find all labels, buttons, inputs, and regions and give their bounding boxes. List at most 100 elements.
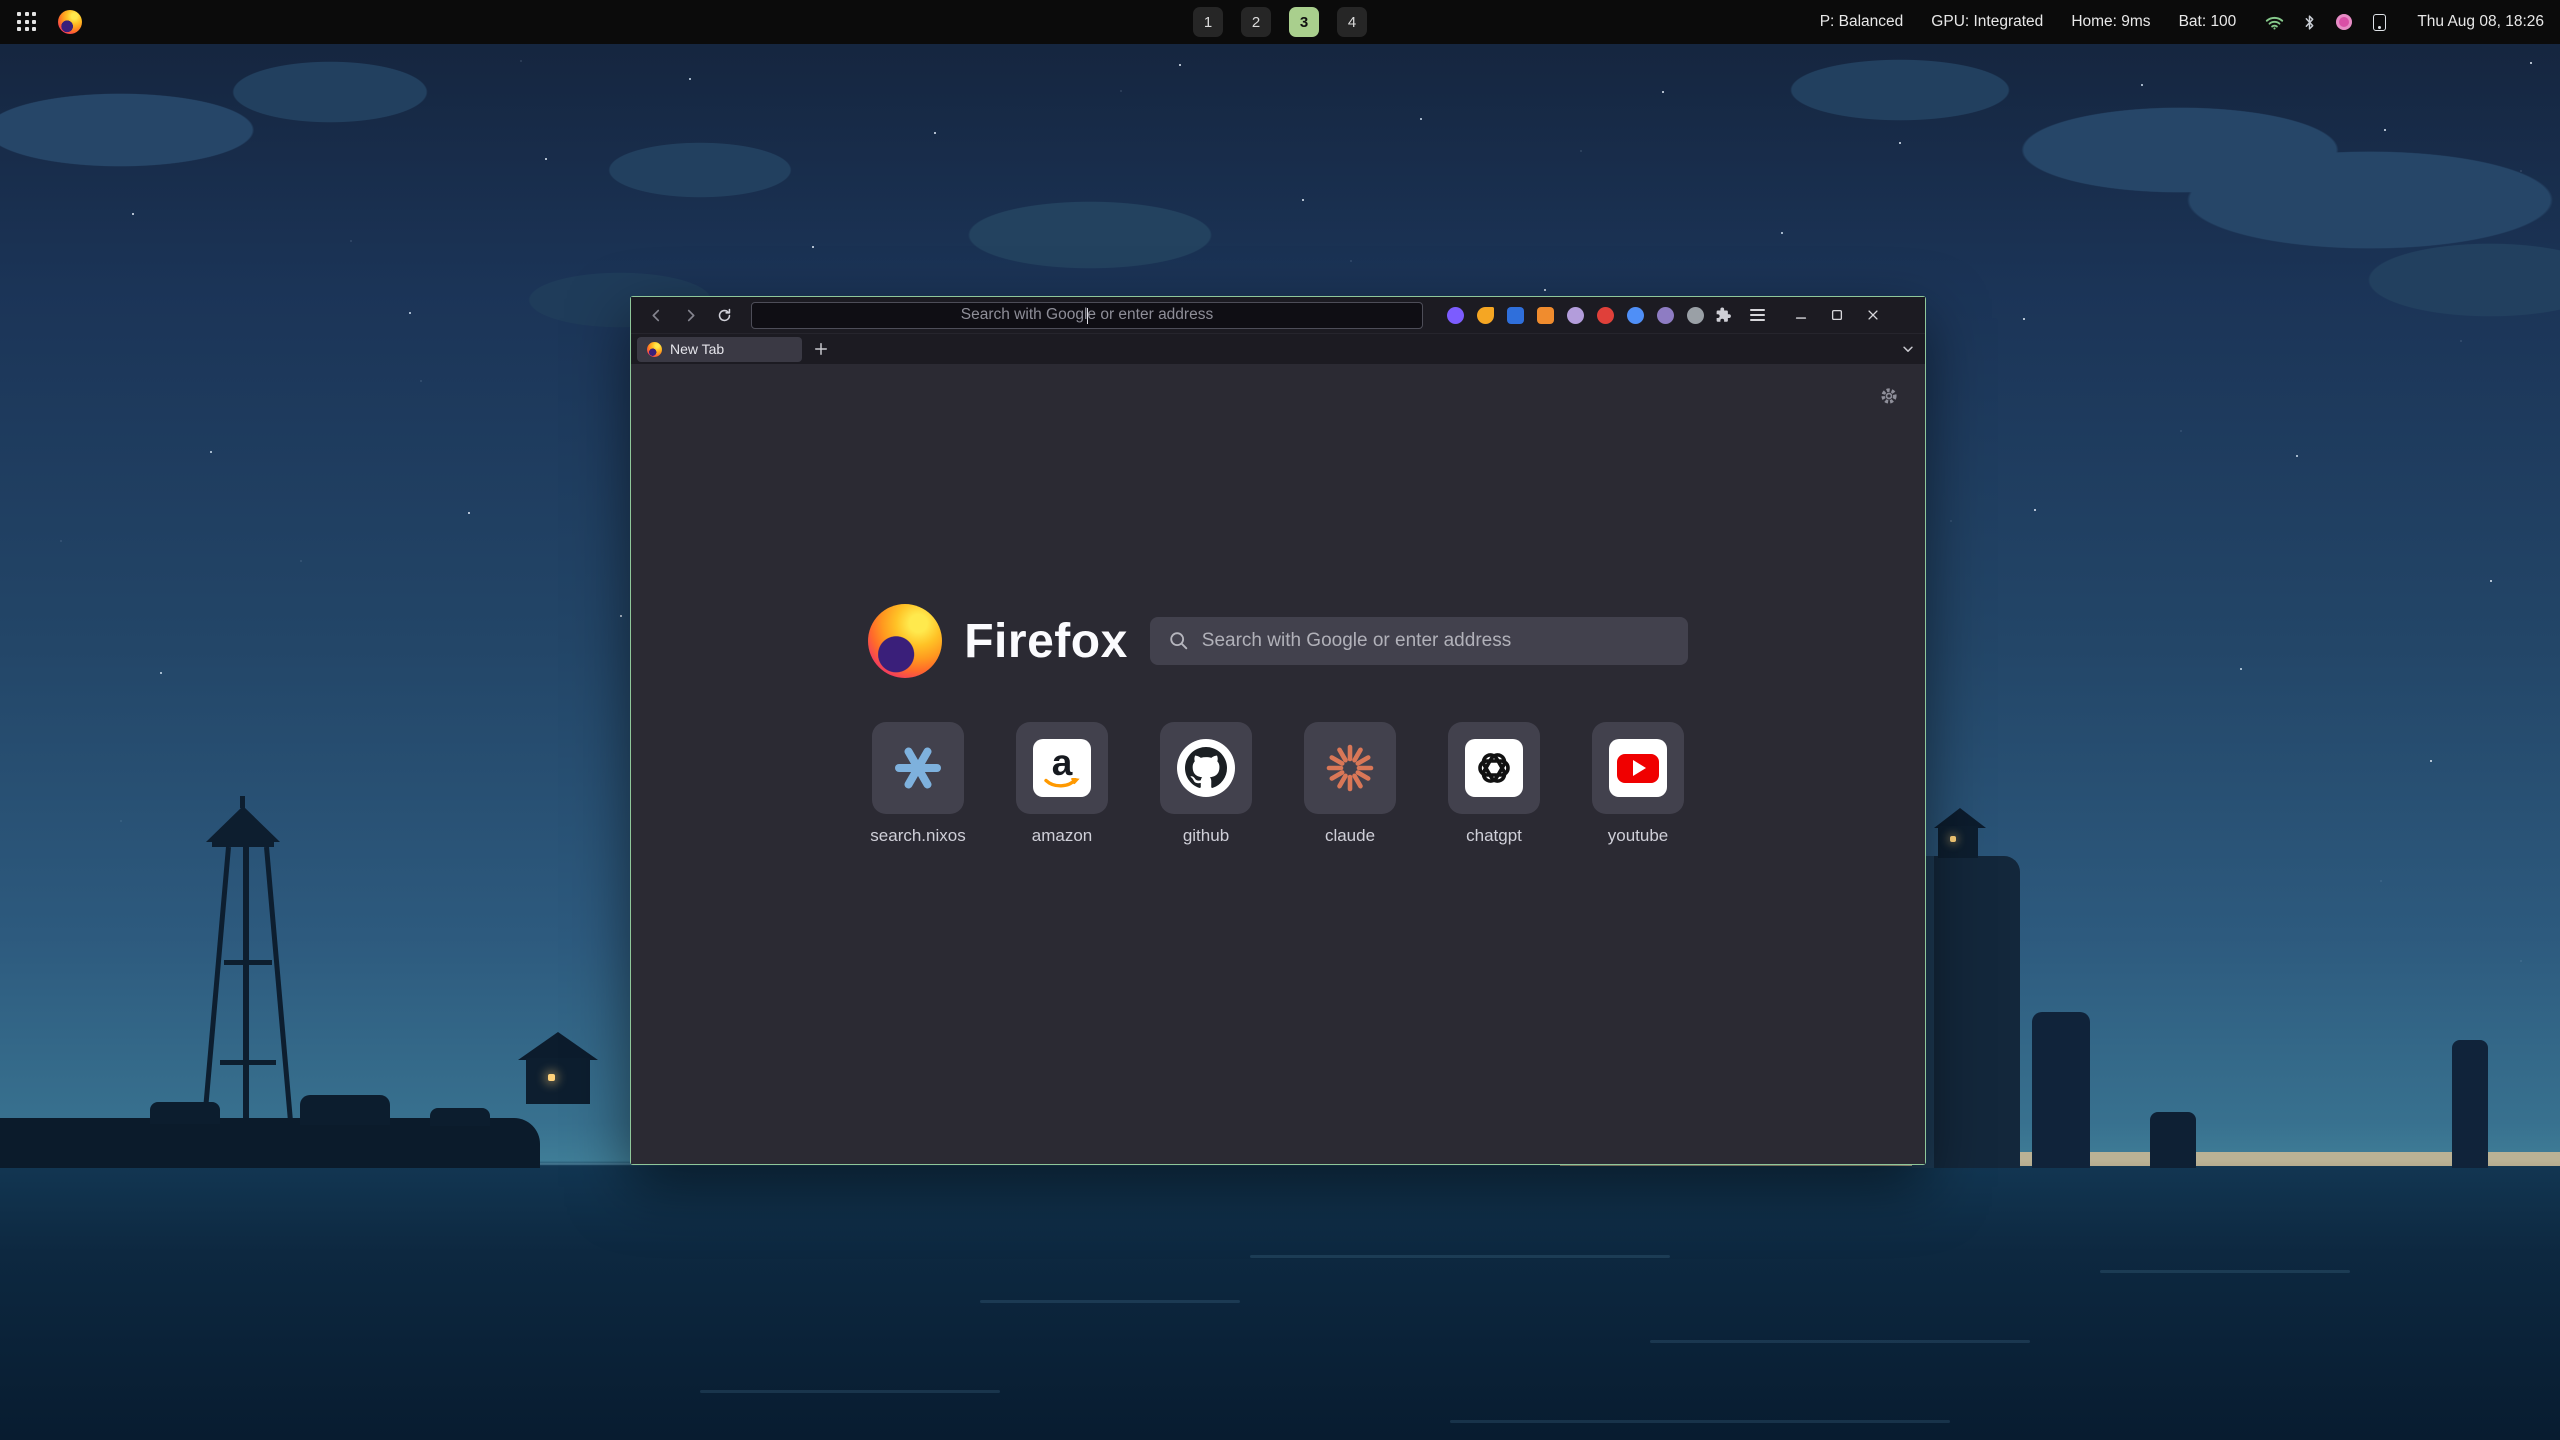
youtube-icon [1609, 739, 1667, 797]
bluetooth-icon[interactable] [2299, 12, 2319, 32]
watchtower-platform [212, 840, 274, 847]
firefox-favicon [647, 342, 662, 357]
watchtower-spire [240, 796, 245, 808]
extension-orange-crescent-icon[interactable] [1477, 307, 1494, 324]
shortcut-chatgpt[interactable]: chatgpt [1448, 722, 1540, 846]
back-button[interactable] [641, 301, 671, 329]
amazon-icon: a [1033, 739, 1091, 797]
system-tray [2264, 12, 2389, 32]
shortcut-label: claude [1325, 826, 1375, 846]
maximize-button[interactable] [1826, 304, 1848, 326]
extension-icons [1447, 307, 1704, 324]
workspace-1[interactable]: 1 [1193, 7, 1223, 37]
extension-lavender-icon[interactable] [1567, 307, 1584, 324]
text-caret [1087, 308, 1088, 324]
shortcut-label: youtube [1608, 826, 1669, 846]
status-bar: 1 2 3 4 P: Balanced GPU: Integrated Home… [0, 0, 2560, 44]
watchtower-roof [206, 806, 280, 842]
hut-roof [518, 1032, 598, 1060]
search-icon [1168, 630, 1190, 652]
tab-label: New Tab [670, 341, 724, 357]
cabin-window-light [1950, 836, 1956, 842]
hut-window-light [548, 1074, 555, 1081]
reload-button[interactable] [709, 301, 739, 329]
tab-bar: New Tab [631, 333, 1925, 364]
ocean-reflection [700, 1390, 1000, 1393]
ocean-reflection [1650, 1340, 2030, 1343]
shortcut-label: chatgpt [1466, 826, 1522, 846]
extension-skyblue-icon[interactable] [1627, 307, 1644, 324]
desktop: 1 2 3 4 P: Balanced GPU: Integrated Home… [0, 0, 2560, 1440]
workspace-2[interactable]: 2 [1241, 7, 1271, 37]
extensions-puzzle-icon[interactable] [1708, 301, 1738, 329]
new-tab-page: Firefox search.nixos [631, 364, 1925, 1164]
nixos-snowflake-icon [894, 744, 942, 792]
ocean-reflection [980, 1300, 1240, 1303]
gpu-status: GPU: Integrated [1931, 13, 2043, 31]
power-profile-status: P: Balanced [1820, 13, 1904, 31]
firefox-brand-row: Firefox [631, 604, 1925, 678]
extension-blue-icon[interactable] [1507, 307, 1524, 324]
latency-status: Home: 9ms [2071, 13, 2150, 31]
rock [2452, 1040, 2488, 1168]
newtab-search-bar[interactable] [1150, 617, 1688, 665]
shortcut-search-nixos[interactable]: search.nixos [872, 722, 964, 846]
extension-violet-icon[interactable] [1657, 307, 1674, 324]
tab-new-tab[interactable]: New Tab [637, 337, 802, 362]
app-launcher-grid-icon[interactable] [16, 11, 38, 33]
watchtower-brace [224, 960, 272, 965]
extension-purple-icon[interactable] [1447, 307, 1464, 324]
extension-amber-icon[interactable] [1537, 307, 1554, 324]
shortcut-youtube[interactable]: youtube [1592, 722, 1684, 846]
firefox-logo [868, 604, 942, 678]
openai-knot-icon [1465, 739, 1523, 797]
ocean-reflection [1450, 1420, 1950, 1423]
youtube-play-icon [1633, 760, 1646, 776]
shortcut-label: amazon [1032, 826, 1092, 846]
firefox-wordmark: Firefox [964, 614, 1128, 669]
firefox-window: New Tab Firefox [630, 296, 1926, 1165]
rock [430, 1108, 490, 1126]
workspace-3-active[interactable]: 3 [1289, 7, 1319, 37]
shortcut-github[interactable]: github [1160, 722, 1252, 846]
newtab-search-input[interactable] [1202, 630, 1670, 652]
shortcut-claude[interactable]: claude [1304, 722, 1396, 846]
navigation-toolbar [631, 297, 1925, 333]
rock [150, 1102, 220, 1124]
watchtower-brace [220, 1060, 276, 1065]
cliff-cabin-roof [1934, 808, 1986, 828]
battery-status: Bat: 100 [2179, 13, 2237, 31]
shortcuts-row: search.nixos a amazon [631, 722, 1925, 846]
personalize-gear-icon[interactable] [1879, 386, 1899, 411]
close-button[interactable] [1862, 304, 1884, 326]
rock [300, 1095, 390, 1125]
watchtower-pole [243, 847, 249, 1143]
window-controls [1790, 304, 1884, 326]
cliff-cabin [1938, 826, 1978, 858]
extension-red-icon[interactable] [1597, 307, 1614, 324]
tab-list-chevron-icon[interactable] [1901, 334, 1915, 364]
shortcut-label: github [1183, 826, 1229, 846]
firefox-launcher-icon[interactable] [58, 10, 82, 34]
rock [2032, 1012, 2090, 1168]
github-octocat-icon [1177, 739, 1235, 797]
menu-hamburger-icon[interactable] [1742, 301, 1772, 329]
claude-starburst-icon [1326, 744, 1374, 792]
ocean-reflection [1250, 1255, 1670, 1258]
workspace-4[interactable]: 4 [1337, 7, 1367, 37]
tablet-icon[interactable] [2369, 12, 2389, 32]
workspace-switcher: 1 2 3 4 [1193, 7, 1367, 37]
clock[interactable]: Thu Aug 08, 18:26 [2417, 13, 2544, 31]
shortcut-amazon[interactable]: a amazon [1016, 722, 1108, 846]
extension-gray-icon[interactable] [1687, 307, 1704, 324]
rock [2150, 1112, 2196, 1168]
hut-body [526, 1058, 590, 1104]
new-tab-button[interactable] [808, 337, 834, 362]
forward-button[interactable] [675, 301, 705, 329]
pink-indicator-icon[interactable] [2334, 12, 2354, 32]
minimize-button[interactable] [1790, 304, 1812, 326]
shortcut-label: search.nixos [870, 826, 965, 846]
url-bar[interactable] [751, 302, 1423, 329]
ocean-reflection [2100, 1270, 2350, 1273]
wifi-icon[interactable] [2264, 12, 2284, 32]
